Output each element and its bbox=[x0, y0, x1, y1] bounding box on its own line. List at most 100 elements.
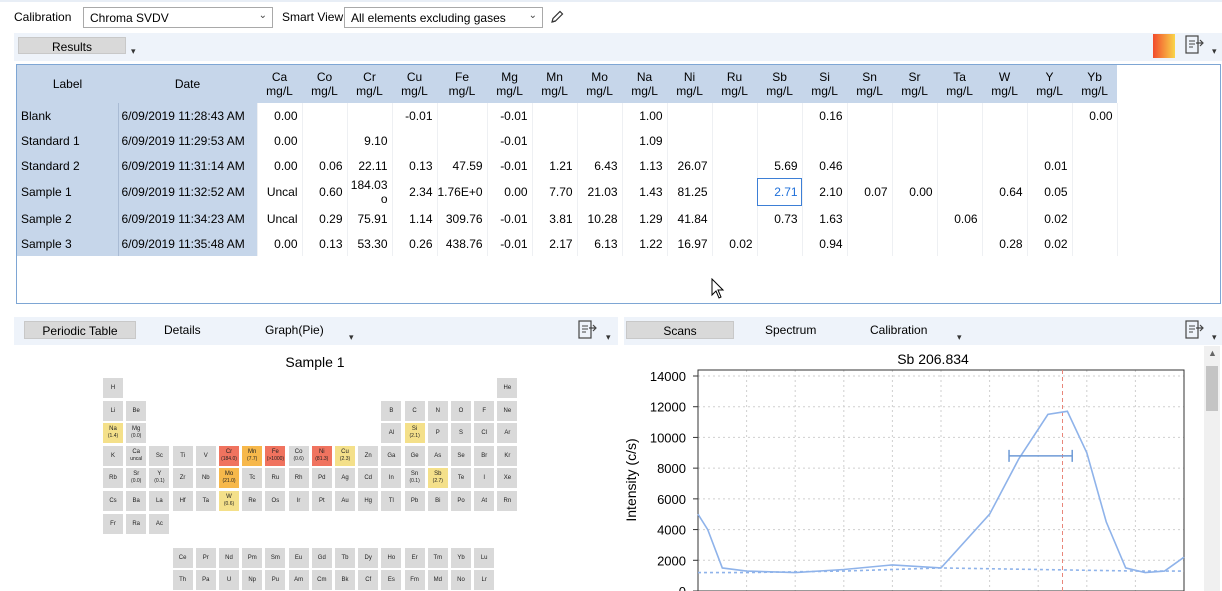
result-cell[interactable]: 10.28 bbox=[577, 206, 623, 231]
element-at[interactable]: At bbox=[474, 491, 495, 511]
element-sc[interactable]: Sc bbox=[149, 445, 170, 466]
result-cell[interactable]: 0.94 bbox=[802, 231, 848, 256]
result-cell[interactable] bbox=[937, 231, 983, 256]
result-cell[interactable] bbox=[847, 128, 893, 153]
result-cell[interactable]: -0.01 bbox=[392, 103, 438, 128]
element-hf[interactable]: Hf bbox=[172, 491, 193, 511]
element-br[interactable]: Br bbox=[474, 445, 495, 466]
result-cell[interactable]: 1.21 bbox=[532, 153, 578, 178]
element-in[interactable]: In bbox=[381, 468, 402, 489]
element-tl[interactable]: Tl bbox=[381, 491, 402, 511]
result-cell[interactable] bbox=[437, 103, 488, 128]
result-cell[interactable] bbox=[712, 128, 758, 153]
element-sm[interactable]: Sm bbox=[265, 547, 286, 568]
result-cell[interactable]: 1.14 bbox=[392, 206, 438, 231]
result-cell[interactable]: 0.00 bbox=[257, 103, 303, 128]
result-cell[interactable]: 2.10 bbox=[802, 178, 848, 206]
element-c[interactable]: C bbox=[404, 400, 425, 421]
element-ir[interactable]: Ir bbox=[288, 491, 309, 511]
result-cell[interactable]: 75.91 bbox=[347, 206, 393, 231]
element-ni[interactable]: Ni (81.3) bbox=[311, 445, 332, 466]
row-label[interactable]: Sample 3 bbox=[17, 231, 119, 256]
result-cell[interactable] bbox=[982, 206, 1028, 231]
result-cell[interactable]: 81.25 bbox=[667, 178, 713, 206]
result-cell[interactable] bbox=[712, 153, 758, 178]
result-cell[interactable] bbox=[347, 103, 393, 128]
element-pm[interactable]: Pm bbox=[242, 547, 263, 568]
col-header-yb[interactable]: Yb mg/L bbox=[1072, 65, 1118, 103]
result-cell[interactable] bbox=[1072, 128, 1118, 153]
result-cell[interactable]: 26.07 bbox=[667, 153, 713, 178]
result-cell[interactable]: -0.01 bbox=[487, 231, 533, 256]
element-bi[interactable]: Bi bbox=[427, 491, 448, 511]
result-cell[interactable]: 0.00 bbox=[257, 128, 303, 153]
element-md[interactable]: Md bbox=[427, 570, 448, 591]
result-cell[interactable] bbox=[757, 103, 803, 128]
element-os[interactable]: Os bbox=[265, 491, 286, 511]
element-re[interactable]: Re bbox=[242, 491, 263, 511]
element-gd[interactable]: Gd bbox=[311, 547, 332, 568]
result-cell[interactable]: 1.76E+0 bbox=[437, 178, 488, 206]
result-cell[interactable] bbox=[847, 231, 893, 256]
element-pa[interactable]: Pa bbox=[195, 570, 216, 591]
element-sb[interactable]: Sb (2.7) bbox=[427, 468, 448, 489]
element-lu[interactable]: Lu bbox=[474, 547, 495, 568]
tab-overflow-icon[interactable]: ▾ bbox=[957, 332, 962, 343]
result-cell[interactable] bbox=[532, 128, 578, 153]
row-label[interactable]: Sample 2 bbox=[17, 206, 119, 231]
element-tb[interactable]: Tb bbox=[335, 547, 355, 568]
element-pu[interactable]: Pu bbox=[265, 570, 286, 591]
result-cell[interactable] bbox=[847, 103, 893, 128]
element-i[interactable]: I bbox=[474, 468, 495, 489]
col-header-co[interactable]: Co mg/L bbox=[302, 65, 347, 103]
element-tc[interactable]: Tc bbox=[242, 468, 263, 489]
result-cell[interactable] bbox=[937, 178, 983, 206]
result-cell[interactable] bbox=[577, 128, 623, 153]
row-date[interactable]: 6/09/2019 11:29:53 AM bbox=[118, 128, 258, 153]
col-header-sn[interactable]: Sn mg/L bbox=[847, 65, 893, 103]
smartview-select[interactable]: All elements excluding gases ⌄ bbox=[344, 7, 543, 28]
result-cell[interactable]: 0.00 bbox=[892, 178, 938, 206]
result-cell[interactable]: 22.11 bbox=[347, 153, 393, 178]
element-cf[interactable]: Cf bbox=[358, 570, 379, 591]
result-cell[interactable]: 5.69 bbox=[757, 153, 803, 178]
element-pd[interactable]: Pd bbox=[311, 468, 332, 489]
result-cell[interactable]: 21.03 bbox=[577, 178, 623, 206]
row-date[interactable]: 6/09/2019 11:34:23 AM bbox=[118, 206, 258, 231]
element-bk[interactable]: Bk bbox=[335, 570, 355, 591]
tab-details[interactable]: Details bbox=[164, 323, 201, 337]
tab-periodic-table[interactable]: Periodic Table bbox=[24, 321, 136, 339]
element-mo[interactable]: Mo (21.0) bbox=[219, 468, 239, 489]
element-po[interactable]: Po bbox=[451, 491, 471, 511]
element-au[interactable]: Au bbox=[335, 491, 355, 511]
tab-overflow-icon[interactable]: ▾ bbox=[349, 332, 354, 343]
scan-chart[interactable]: Sb 206.834 Intensity (c/s) 0 2000 4000 6000… bbox=[622, 346, 1202, 591]
result-cell[interactable] bbox=[847, 206, 893, 231]
result-cell[interactable]: 0.46 bbox=[802, 153, 848, 178]
result-cell[interactable] bbox=[1072, 231, 1118, 256]
element-fm[interactable]: Fm bbox=[404, 570, 425, 591]
result-cell[interactable]: 0.13 bbox=[392, 153, 438, 178]
element-cm[interactable]: Cm bbox=[311, 570, 332, 591]
table-row[interactable]: Sample 2 6/09/2019 11:34:23 AM Uncal 0.29 75… bbox=[17, 206, 1118, 231]
result-cell[interactable]: 1.43 bbox=[622, 178, 668, 206]
result-cell[interactable]: 0.05 bbox=[1027, 178, 1073, 206]
element-pb[interactable]: Pb bbox=[404, 491, 425, 511]
element-am[interactable]: Am bbox=[288, 570, 309, 591]
element-no[interactable]: No bbox=[451, 570, 471, 591]
row-date[interactable]: 6/09/2019 11:32:52 AM bbox=[118, 178, 258, 206]
result-cell[interactable]: -0.01 bbox=[487, 153, 533, 178]
element-k[interactable]: K bbox=[103, 445, 123, 466]
result-cell[interactable] bbox=[712, 178, 758, 206]
col-header-ni[interactable]: Ni mg/L bbox=[667, 65, 713, 103]
result-cell[interactable]: 1.63 bbox=[802, 206, 848, 231]
result-cell[interactable]: 0.29 bbox=[302, 206, 348, 231]
result-cell[interactable]: 3.81 bbox=[532, 206, 578, 231]
result-cell[interactable]: 0.00 bbox=[257, 153, 303, 178]
export-menu-icon[interactable]: ▾ bbox=[1212, 46, 1217, 57]
result-cell[interactable] bbox=[1027, 128, 1073, 153]
result-cell[interactable] bbox=[757, 231, 803, 256]
result-cell[interactable] bbox=[437, 128, 488, 153]
element-xe[interactable]: Xe bbox=[497, 468, 518, 489]
export-icon[interactable] bbox=[1184, 34, 1204, 56]
